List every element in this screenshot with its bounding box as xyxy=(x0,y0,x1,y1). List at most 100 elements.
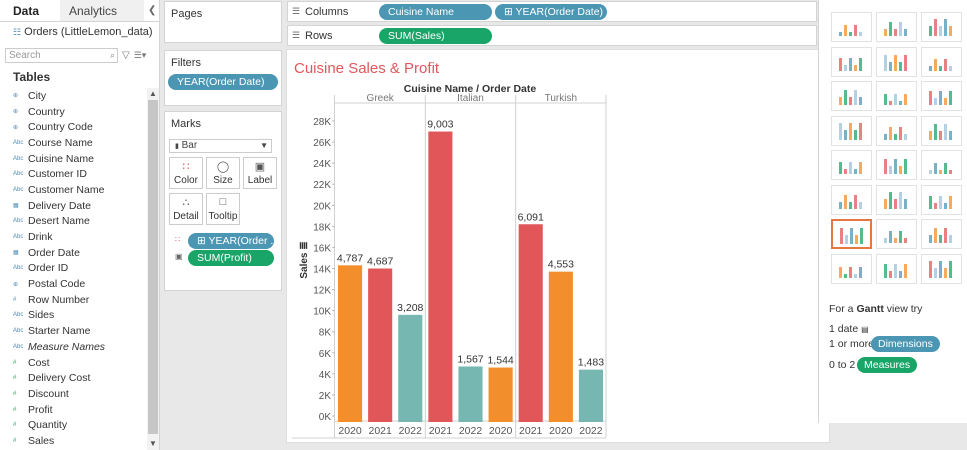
glyph-mark xyxy=(904,133,907,140)
color-button[interactable]: ∷ Color xyxy=(169,157,203,189)
columns-shelf[interactable]: ☰ Columns Cuisine Name ⊞ YEAR(Order Date… xyxy=(287,1,817,22)
stacked-bars-icon[interactable] xyxy=(876,81,917,111)
field-item[interactable]: Abc Drink xyxy=(0,229,147,245)
glyph-mark xyxy=(844,25,847,36)
highlight-table-icon[interactable] xyxy=(921,12,962,42)
collapse-pane-icon[interactable]: ❮ xyxy=(148,5,156,16)
pages-card[interactable]: Pages xyxy=(164,1,282,43)
tooltip-button[interactable]: □ Tooltip xyxy=(206,193,240,225)
text-table-icon[interactable] xyxy=(831,12,872,42)
field-item[interactable]: ▦ Order Date xyxy=(0,245,147,261)
label-button[interactable]: ▣ Label xyxy=(243,157,277,189)
field-item[interactable]: # Discount xyxy=(0,386,147,402)
glyph-mark xyxy=(934,202,937,209)
histogram-icon[interactable] xyxy=(876,219,917,249)
field-item[interactable]: ⊕ City xyxy=(0,88,147,104)
scatter-plot-icon[interactable] xyxy=(831,219,872,249)
group-header-turkish: Turkish xyxy=(545,93,577,104)
text-type-icon: Abc xyxy=(13,234,24,241)
area-continuous-icon[interactable] xyxy=(831,184,872,215)
globe-icon: ⊕ xyxy=(13,109,19,116)
packed-bubbles-icon[interactable] xyxy=(921,253,962,284)
field-item[interactable]: # Sales xyxy=(0,433,147,449)
dual-lines-icon[interactable] xyxy=(921,150,962,180)
field-item[interactable]: Abc Measure Names xyxy=(0,339,147,355)
dual-combination-icon[interactable] xyxy=(921,184,962,215)
label-pill[interactable]: SUM(Profit) xyxy=(188,250,274,266)
field-item[interactable]: Abc Starter Name xyxy=(0,323,147,339)
field-item[interactable]: Abc Order ID xyxy=(0,261,147,277)
field-item[interactable]: Abc Customer ID xyxy=(0,166,147,182)
side-by-side-circles-icon[interactable] xyxy=(921,115,962,146)
field-search-input[interactable]: Search ⌕ xyxy=(5,47,118,63)
continuous-lines-icon[interactable] xyxy=(831,150,872,180)
rows-shelf[interactable]: ☰ Rows SUM(Sales) xyxy=(287,25,817,46)
scroll-thumb[interactable] xyxy=(148,100,158,434)
field-item[interactable]: # Delivery Cost xyxy=(0,370,147,386)
x-tick-label: 2022 xyxy=(459,425,483,437)
pie-chart-icon[interactable] xyxy=(921,46,962,77)
bullet-graph-icon[interactable] xyxy=(876,253,917,284)
search-row: Search ⌕ ▽ ☰▾ xyxy=(0,44,159,64)
tab-analytics[interactable]: Analytics xyxy=(60,0,144,21)
rows-pill-sales[interactable]: SUM(Sales) xyxy=(379,28,492,44)
field-item[interactable]: Abc Cuisine Name xyxy=(0,151,147,167)
field-item[interactable]: ▦ Delivery Date xyxy=(0,198,147,214)
y-tick-label: 12K xyxy=(313,286,331,297)
detail-button[interactable]: ∴ Detail xyxy=(169,193,203,225)
view-options-icon[interactable]: ☰▾ xyxy=(134,50,147,61)
bar-value-label: 6,091 xyxy=(518,211,544,223)
horizontal-bars-icon[interactable] xyxy=(831,81,872,111)
filters-card[interactable]: Filters YEAR(Order Date) xyxy=(164,50,282,106)
field-item[interactable]: Abc Customer Name xyxy=(0,182,147,198)
field-item[interactable]: ⊕ Country xyxy=(0,104,147,120)
filter-pill[interactable]: YEAR(Order Date) xyxy=(168,74,278,90)
columns-pill-cuisine[interactable]: Cuisine Name xyxy=(379,4,492,20)
field-item[interactable]: Abc Sides xyxy=(0,308,147,324)
glyph-mark xyxy=(884,238,887,243)
glyph-mark xyxy=(844,194,847,209)
hint-prefix: For a xyxy=(829,303,857,315)
circle-views-icon[interactable] xyxy=(876,115,917,146)
area-discrete-icon[interactable] xyxy=(876,184,917,215)
field-item[interactable]: # Cost xyxy=(0,355,147,371)
glyph-mark xyxy=(884,159,887,174)
symbol-map-icon[interactable] xyxy=(831,46,872,77)
gantt-chart-icon[interactable] xyxy=(831,253,872,284)
scroll-up-icon[interactable]: ▲ xyxy=(149,89,157,98)
filled-map-icon[interactable] xyxy=(876,46,917,77)
field-item[interactable]: Abc Course Name xyxy=(0,135,147,151)
box-whisker-icon[interactable] xyxy=(921,219,962,249)
heat-map-icon[interactable] xyxy=(876,12,917,42)
color-pill[interactable]: ⊞ YEAR(Order .. xyxy=(188,233,274,249)
size-button[interactable]: ◯ Size xyxy=(206,157,240,189)
field-item[interactable]: # Quantity xyxy=(0,417,147,433)
req-date-text: 1 date xyxy=(829,323,859,335)
field-list-scrollbar[interactable]: ▲ ▼ xyxy=(147,88,159,450)
tableau-workspace: Data Analytics ❮ ☷ Orders (LittleLemon_d… xyxy=(0,0,967,450)
discrete-lines-icon[interactable] xyxy=(876,150,917,180)
datasource-item[interactable]: ☷ Orders (LittleLemon_data) xyxy=(0,22,159,44)
side-by-side-bars-icon[interactable] xyxy=(921,81,962,111)
glyph-mark xyxy=(904,263,907,278)
bar-value-label: 9,003 xyxy=(427,119,453,131)
field-item[interactable]: # Profit xyxy=(0,402,147,418)
scroll-down-icon[interactable]: ▼ xyxy=(149,439,157,448)
color-label: Color xyxy=(174,175,198,186)
y-tick-label: 14K xyxy=(313,265,331,276)
text-type-icon: Abc xyxy=(13,186,24,193)
mark-type-select[interactable]: ▮ Bar ▼ xyxy=(169,139,272,153)
columns-pill-year[interactable]: ⊞ YEAR(Order Date) xyxy=(495,4,607,20)
field-item[interactable]: ⊕ Postal Code xyxy=(0,276,147,292)
field-item[interactable]: ⊕ Country Code xyxy=(0,119,147,135)
tab-data[interactable]: Data xyxy=(0,0,60,21)
field-item[interactable]: # Row Number xyxy=(0,292,147,308)
field-item[interactable]: Abc Desert Name xyxy=(0,214,147,230)
glyph-mark xyxy=(944,163,947,174)
glyph-mark xyxy=(949,260,952,278)
calendar-icon: ▦ xyxy=(13,250,19,257)
viz-area[interactable]: Cuisine Sales & Profit Cuisine Name / Or… xyxy=(286,49,830,443)
filter-icon[interactable]: ▽ xyxy=(122,50,130,61)
treemap-icon[interactable] xyxy=(831,115,872,146)
rows-icon: ☰ xyxy=(292,30,301,40)
